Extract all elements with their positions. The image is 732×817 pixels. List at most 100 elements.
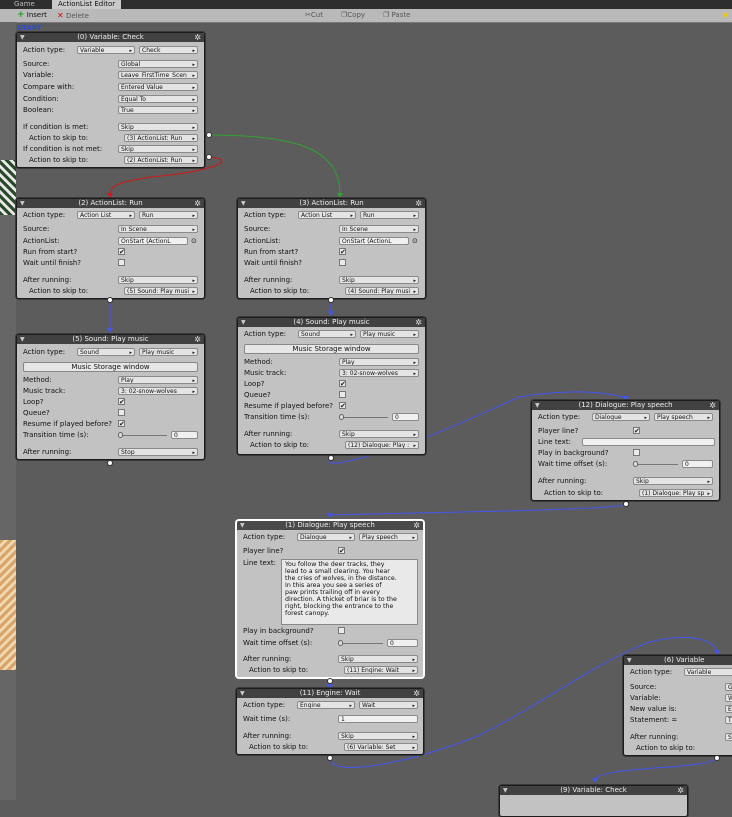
if-met-dropdown[interactable]: Skip: [118, 123, 198, 131]
run-from-start-checkbox[interactable]: ✔: [118, 248, 125, 256]
action-subtype-dropdown[interactable]: Check: [139, 46, 198, 54]
action-type-dropdown[interactable]: Variable: [77, 46, 135, 54]
node-header[interactable]: ▼ (0) Variable: Check ✲: [17, 33, 204, 42]
action-subtype-dropdown[interactable]: Play music: [360, 330, 419, 338]
output-port[interactable]: [206, 132, 212, 138]
player-line-checkbox[interactable]: ✔: [338, 547, 345, 555]
action-type-dropdown[interactable]: Sound: [77, 348, 135, 356]
output-port[interactable]: [328, 297, 334, 303]
skip-to-dropdown[interactable]: (11) Engine: Wait: [344, 666, 418, 674]
node-header[interactable]: ▼ (6) Variable: [624, 656, 732, 665]
wait-offset-input[interactable]: 0: [682, 460, 713, 468]
node-header[interactable]: ▼ (12) Dialogue: Play speech ✲: [532, 401, 719, 410]
action-type-dropdown[interactable]: Engine: [297, 701, 355, 709]
node-header[interactable]: ▼ (2) ActionList: Run ✲: [17, 199, 204, 208]
output-port[interactable]: [714, 755, 720, 761]
action-type-dropdown[interactable]: Sound: [298, 330, 356, 338]
node-variable-check-0[interactable]: ▼ (0) Variable: Check ✲ Action type: Var…: [16, 32, 205, 168]
after-running-dropdown[interactable]: Skip: [118, 276, 198, 284]
player-line-checkbox[interactable]: ✔: [633, 427, 640, 435]
line-text-area[interactable]: You follow the deer tracks, they lead to…: [281, 559, 418, 625]
queue-checkbox[interactable]: [339, 391, 346, 398]
if-not-met-dropdown[interactable]: Skip: [118, 145, 198, 153]
offset-slider-handle[interactable]: [633, 461, 638, 467]
gear-icon[interactable]: ✲: [413, 689, 420, 698]
action-subtype-dropdown[interactable]: Run: [360, 211, 419, 219]
compare-dropdown[interactable]: Entered Value: [118, 83, 198, 91]
output-port[interactable]: [107, 460, 113, 466]
boolean-dropdown[interactable]: True: [118, 106, 198, 114]
resume-checkbox[interactable]: ✔: [118, 420, 125, 428]
output-port[interactable]: [107, 297, 113, 303]
node-actionlist-run-2[interactable]: ▼ (2) ActionList: Run ✲ Action type: Act…: [16, 198, 205, 299]
wait-until-finish-checkbox[interactable]: [118, 259, 125, 266]
resume-checkbox[interactable]: ✔: [339, 402, 346, 410]
loop-checkbox[interactable]: ✔: [118, 398, 125, 406]
variable-dropdown[interactable]: Leave_FirstTime_Scen: [118, 71, 198, 79]
wait-time-input[interactable]: 1: [338, 715, 418, 723]
statement-dropdown[interactable]: T: [725, 716, 732, 724]
output-port[interactable]: [623, 501, 629, 507]
after-running-dropdown[interactable]: Skip: [633, 477, 713, 485]
actionlist-object-field[interactable]: OnStart (ActionL: [118, 237, 188, 245]
offset-slider-track[interactable]: [339, 643, 383, 644]
music-storage-window-button[interactable]: Music Storage window: [244, 344, 419, 354]
offset-slider-track[interactable]: [634, 464, 678, 465]
collapse-triangle-icon[interactable]: ▼: [627, 656, 632, 665]
skip-to-dropdown[interactable]: (6) Variable: Set: [344, 743, 418, 751]
source-dropdown[interactable]: In Scene: [339, 225, 419, 233]
action-subtype-dropdown[interactable]: Run: [139, 211, 198, 219]
action-subtype-dropdown[interactable]: Wait: [359, 701, 418, 709]
wait-until-finish-checkbox[interactable]: [339, 259, 346, 266]
skip-to-dropdown[interactable]: (4) Sound: Play musi: [345, 287, 419, 295]
skip-to-dropdown[interactable]: (12) Dialogue: Play :: [345, 441, 419, 449]
action-subtype-dropdown[interactable]: Play music: [139, 348, 198, 356]
music-track-dropdown[interactable]: 3: 02-snow-wolves: [118, 387, 198, 395]
node-dialogue-play-speech-1[interactable]: ▼ (1) Dialogue: Play speech ✲ Action typ…: [236, 520, 424, 678]
target-icon[interactable]: ⊙: [412, 236, 418, 246]
transition-slider-handle[interactable]: [339, 414, 344, 420]
line-text-input[interactable]: [582, 438, 715, 446]
node-header[interactable]: ▼ (11) Engine: Wait ✲: [237, 689, 423, 698]
gear-icon[interactable]: ✲: [194, 199, 201, 208]
transition-slider-track[interactable]: [340, 417, 388, 418]
skip-to-dropdown[interactable]: (2) ActionList: Run: [124, 156, 198, 164]
gear-icon[interactable]: ✲: [194, 33, 201, 42]
action-subtype-dropdown[interactable]: Play speech: [359, 533, 418, 541]
play-in-background-checkbox[interactable]: [338, 627, 345, 634]
node-header[interactable]: ▼ (5) Sound: Play music ✲: [17, 335, 204, 344]
offset-slider-handle[interactable]: [338, 640, 343, 646]
gear-icon[interactable]: ✲: [194, 335, 201, 344]
after-running-dropdown[interactable]: Skip: [339, 430, 419, 438]
output-port[interactable]: [206, 154, 212, 160]
node-sound-play-music-4[interactable]: ▼ (4) Sound: Play music ✲ Action type: S…: [237, 317, 426, 455]
source-dropdown[interactable]: In Scene: [118, 225, 198, 233]
play-in-background-checkbox[interactable]: [633, 449, 640, 456]
node-header[interactable]: ▼ (3) ActionList: Run ✲: [238, 199, 425, 208]
actionlist-object-field[interactable]: OnStart (ActionL: [339, 237, 409, 245]
queue-checkbox[interactable]: [118, 409, 125, 416]
action-type-dropdown[interactable]: Dialogue: [592, 413, 650, 421]
node-header[interactable]: ▼ (4) Sound: Play music ✲: [238, 318, 425, 327]
music-storage-window-button[interactable]: Music Storage window: [23, 362, 198, 372]
condition-dropdown[interactable]: Equal To: [118, 95, 198, 103]
node-variable-set-6[interactable]: ▼ (6) Variable Action type: Variable Sou…: [623, 655, 732, 756]
source-dropdown[interactable]: Global: [118, 60, 198, 68]
gear-icon[interactable]: ✲: [415, 199, 422, 208]
gear-icon[interactable]: ✲: [415, 318, 422, 327]
after-running-dropdown[interactable]: Skip: [338, 732, 418, 740]
run-from-start-checkbox[interactable]: ✔: [339, 248, 346, 256]
skip-to-dropdown[interactable]: (5) Sound: Play musi: [124, 287, 198, 295]
gear-icon[interactable]: ✲: [677, 786, 684, 795]
output-port[interactable]: [327, 755, 333, 761]
output-port[interactable]: [327, 678, 333, 684]
loop-checkbox[interactable]: ✔: [339, 380, 346, 388]
target-icon[interactable]: ⊙: [191, 236, 197, 246]
source-dropdown[interactable]: G: [725, 683, 732, 691]
new-value-dropdown[interactable]: E: [725, 705, 732, 713]
transition-time-input[interactable]: 0: [392, 413, 419, 421]
gear-icon[interactable]: ✲: [709, 401, 716, 410]
action-type-dropdown[interactable]: Action List: [298, 211, 356, 219]
after-running-dropdown[interactable]: Stop: [118, 448, 198, 456]
wait-offset-input[interactable]: 0: [387, 639, 418, 647]
